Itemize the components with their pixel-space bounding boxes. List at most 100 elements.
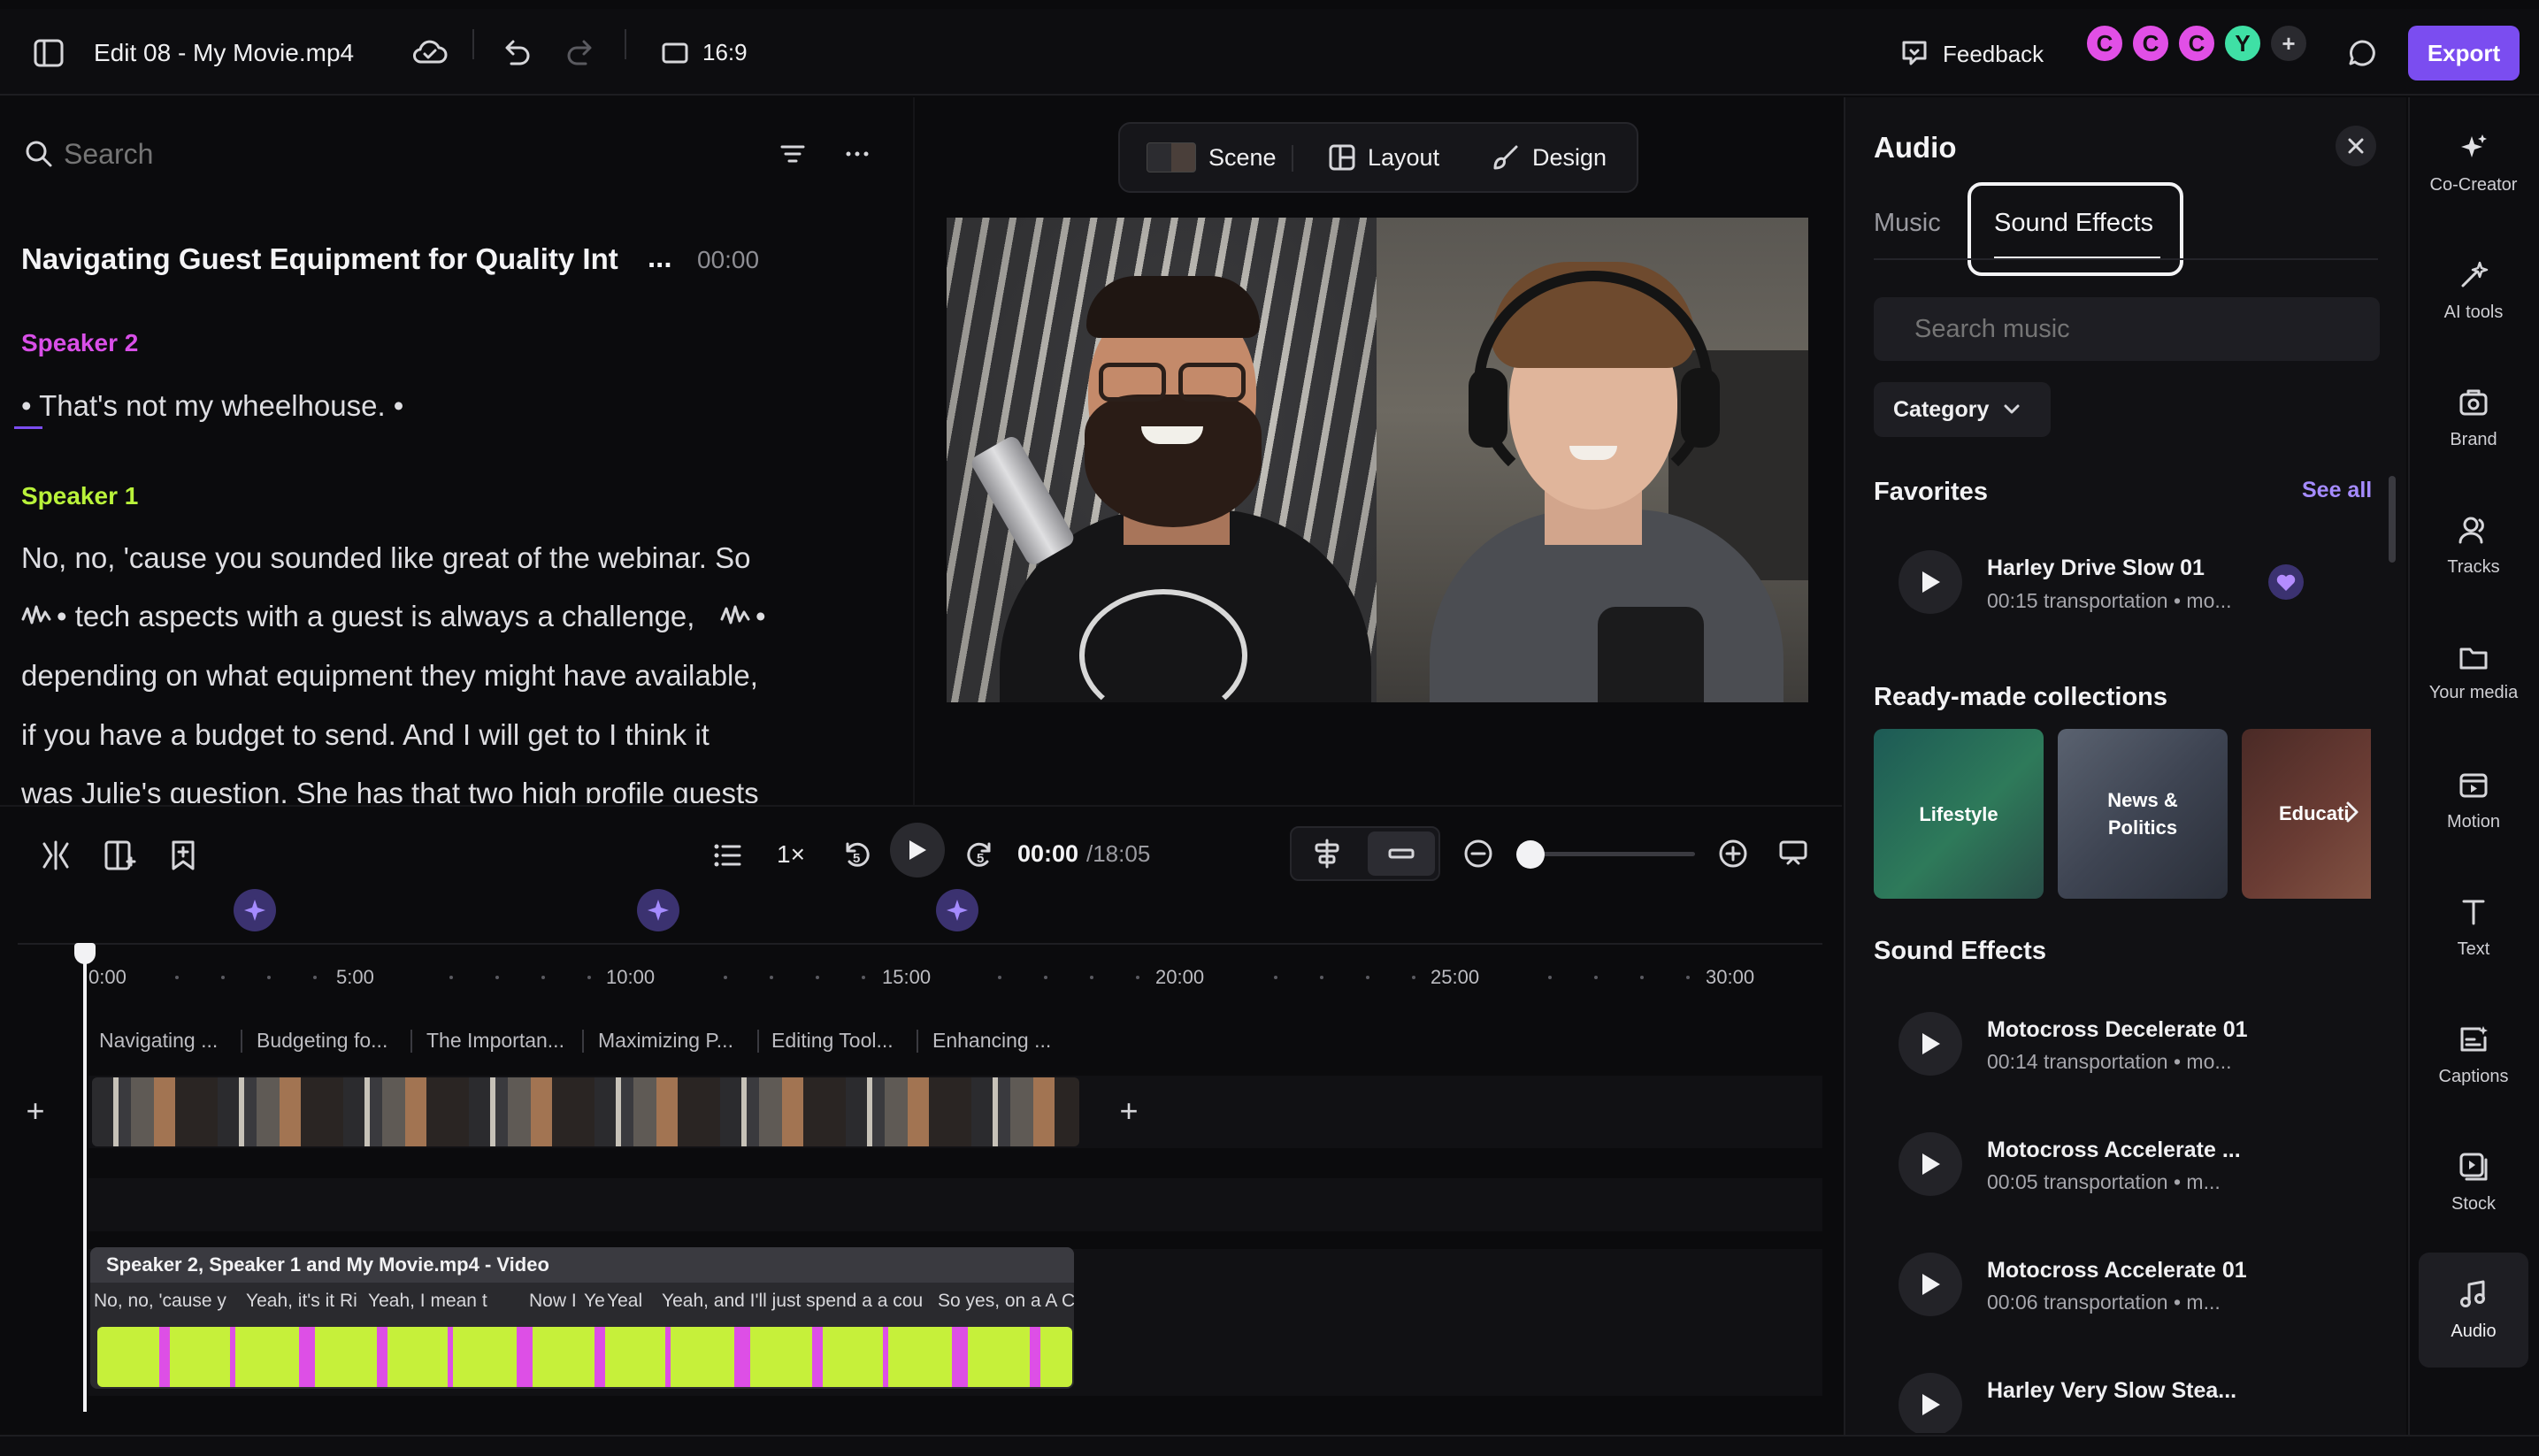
scene-button[interactable]: Scene [1147,124,1277,191]
sound-title[interactable]: Harley Drive Slow 01 [1987,556,2205,581]
play-preview-button[interactable] [1898,1253,1962,1316]
clip-segment[interactable]: Yeal [607,1291,651,1312]
zoom-in-icon[interactable] [1718,839,1748,869]
transcript-line[interactable]: • tech aspects with a guest is always a … [57,600,694,633]
transcript-line[interactable]: • [756,600,766,633]
comments-icon[interactable] [2348,39,2376,67]
design-button[interactable]: Design [1492,124,1607,191]
zoom-slider-handle[interactable] [1516,840,1545,869]
add-clip-after-button[interactable]: + [1111,1092,1147,1129]
rail-item-text[interactable]: Text [2419,870,2528,985]
clip-segment[interactable]: No, no, 'cause y [94,1291,232,1312]
sound-title[interactable]: Motocross Accelerate ... [1987,1138,2241,1163]
clip-segment[interactable]: C [1062,1291,1074,1312]
clip-segment[interactable]: Yeah, it's it Ri [246,1291,366,1312]
rail-item-ai-tools[interactable]: AI tools [2419,234,2528,349]
tab-sound-effects[interactable]: Sound Effects [1968,182,2183,276]
rail-item-your-media[interactable]: Your media [2419,616,2528,731]
play-preview-button[interactable] [1898,550,1962,614]
rail-item-captions[interactable]: Captions [2419,998,2528,1113]
redo-icon[interactable] [566,39,596,67]
zoom-out-icon[interactable] [1463,839,1493,869]
playback-speed-button[interactable]: 1× [777,840,805,869]
playhead[interactable] [83,943,87,1412]
filter-icon[interactable] [779,140,807,168]
add-clip-before-button[interactable]: + [18,1092,53,1129]
avatar[interactable]: C [2084,23,2125,64]
ai-marker[interactable] [234,889,276,931]
add-collaborator-button[interactable]: + [2268,23,2309,64]
rail-item-stock[interactable]: Stock [2419,1125,2528,1240]
speaker-label[interactable]: Speaker 2 [21,329,138,357]
playhead-handle[interactable] [74,943,96,964]
video-clip-strip[interactable] [92,1077,1079,1146]
align-icon[interactable] [1313,839,1341,869]
tab-music[interactable]: Music [1874,209,1941,238]
layout-button[interactable]: Layout [1329,124,1439,191]
zoom-slider-track[interactable] [1518,852,1695,856]
chapter-marker[interactable]: Budgeting fo... [257,1029,387,1053]
transcript-line[interactable]: No, no, 'cause you sounded like great of… [21,541,751,575]
rail-item-tracks[interactable]: Tracks [2419,488,2528,603]
chevron-right-icon[interactable] [2344,800,2360,824]
ai-marker[interactable] [637,889,679,931]
list-icon[interactable] [713,842,741,869]
sidebar-toggle-icon[interactable] [34,39,64,67]
rail-item-co-creator[interactable]: Co-Creator [2419,106,2528,221]
collection-news-politics[interactable]: News & Politics [2058,729,2228,899]
ai-marker[interactable] [936,889,978,931]
transcript-line[interactable]: if you have a budget to send. And I will… [21,718,710,752]
feedback-button[interactable]: Feedback [1943,41,2044,68]
undo-icon[interactable] [501,39,531,67]
cloud-sync-icon[interactable] [412,37,448,67]
chapter-marker[interactable]: Maximizing P... [598,1029,733,1053]
clip-segment[interactable]: Yeah, I mean t [368,1291,488,1312]
clip-segment[interactable]: Yeah, and I'll just spend a a cou [662,1291,924,1312]
aspect-ratio-icon[interactable] [662,42,688,64]
transcript-line[interactable]: • That's not my wheelhouse. • [21,389,403,423]
chapter-marker[interactable]: Editing Tool... [771,1029,894,1053]
panel-scrollbar[interactable] [2389,476,2396,563]
split-icon[interactable] [41,840,71,870]
sound-title[interactable]: Motocross Decelerate 01 [1987,1017,2248,1043]
avatar[interactable]: Y [2222,23,2263,64]
clip-segment[interactable]: Ye [584,1291,607,1312]
play-preview-button[interactable] [1898,1132,1962,1196]
collection-lifestyle[interactable]: Lifestyle [1874,729,2044,899]
category-dropdown[interactable]: Category [1874,382,2051,437]
avatar[interactable]: C [2176,23,2217,64]
clip-segment[interactable]: So yes, on a A [938,1291,1058,1312]
speaker-label[interactable]: Speaker 1 [21,482,138,510]
fit-timeline-icon[interactable] [1778,839,1808,869]
play-button[interactable] [890,823,945,877]
chapter-marker[interactable]: The Importan... [426,1029,564,1053]
avatar[interactable]: C [2130,23,2171,64]
chapter-more[interactable]: ... [648,241,672,274]
chapter-title[interactable]: Navigating Guest Equipment for Quality I… [21,242,618,276]
aspect-ratio-label[interactable]: 16:9 [702,39,748,66]
bookmark-icon[interactable] [170,840,196,870]
export-button[interactable]: Export [2408,26,2520,80]
play-preview-button[interactable] [1898,1012,1962,1076]
music-search-input[interactable] [1874,297,2380,361]
chapter-marker[interactable]: Navigating ... [99,1029,218,1053]
favorite-button[interactable] [2268,564,2304,600]
play-preview-button[interactable] [1898,1373,1962,1433]
feedback-icon[interactable] [1900,39,1929,67]
chapter-marker[interactable]: Enhancing ... [932,1029,1051,1053]
transcript-search-input[interactable] [64,131,718,177]
see-all-link[interactable]: See all [2302,478,2372,503]
transcript-line[interactable]: was Julie's question. She has that two h… [21,777,759,803]
clip-segment[interactable]: Now I [529,1291,579,1312]
project-title[interactable]: Edit 08 - My Movie.mp4 [94,39,354,67]
audio-waveform[interactable] [97,1327,1072,1387]
video-preview[interactable] [947,218,1808,702]
rail-item-brand[interactable]: Brand [2419,361,2528,476]
forward-icon[interactable]: 5 [964,839,996,870]
close-panel-button[interactable] [2336,126,2376,166]
sound-title[interactable]: Motocross Accelerate 01 [1987,1258,2247,1284]
sound-title[interactable]: Harley Very Slow Stea... [1987,1378,2236,1404]
rewind-icon[interactable]: 5 [840,839,872,870]
collapse-track-button[interactable] [1368,831,1435,876]
rail-item-motion[interactable]: Motion [2419,743,2528,858]
